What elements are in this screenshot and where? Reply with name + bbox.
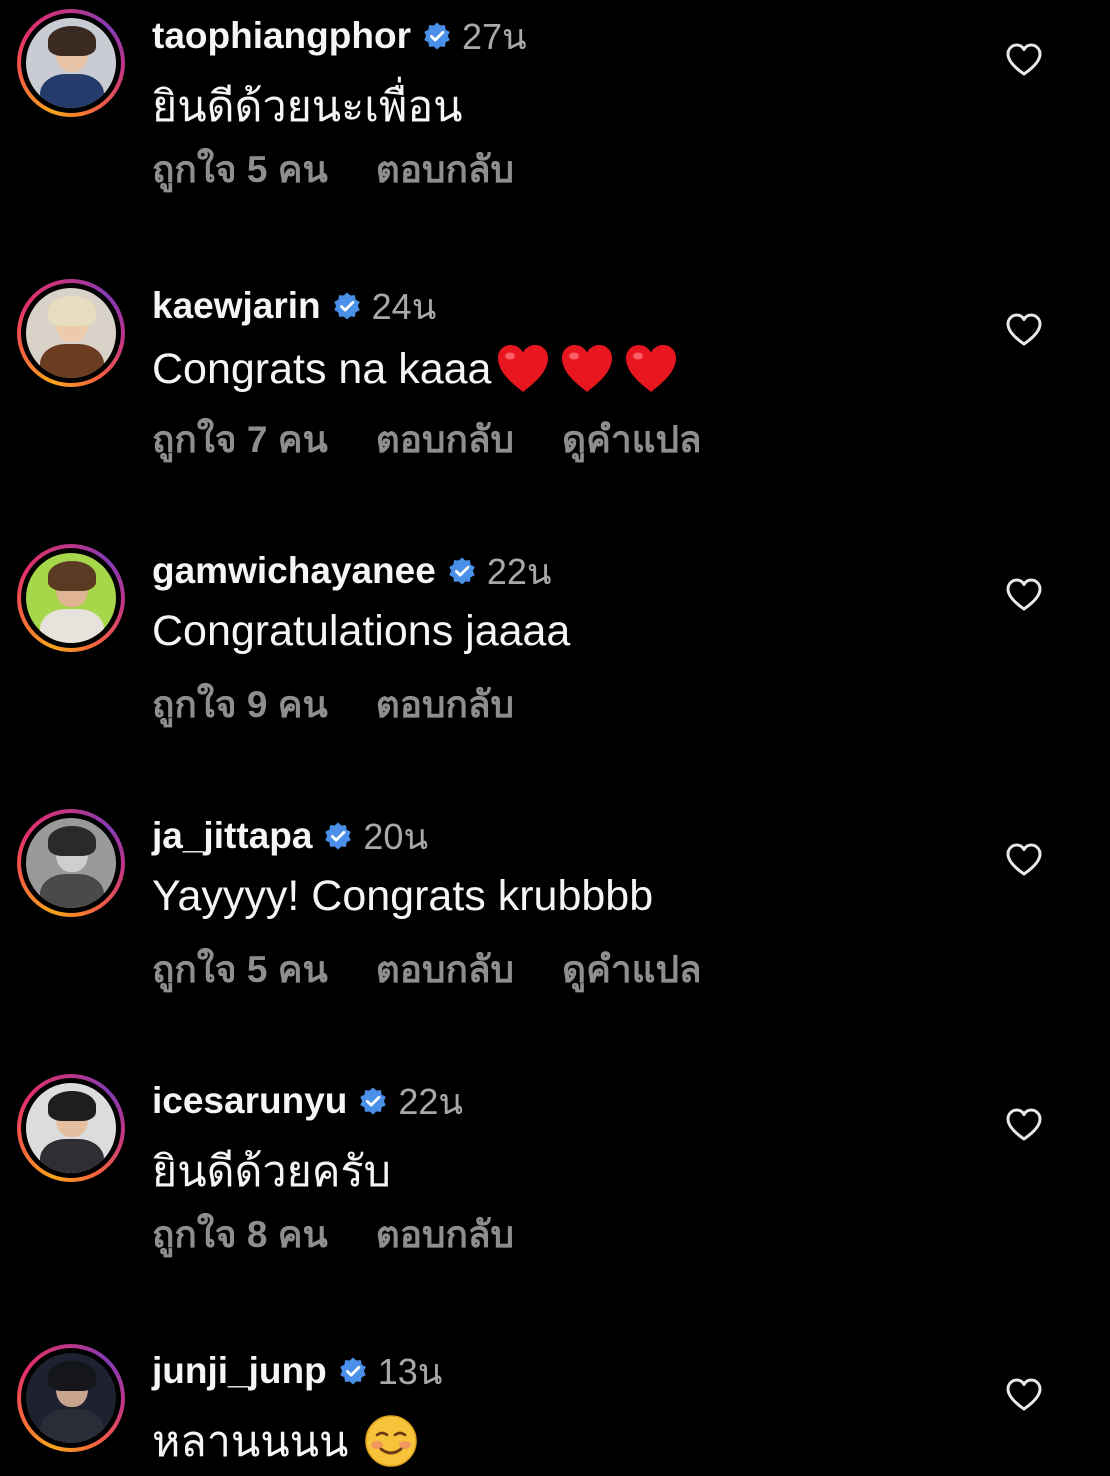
comment-header: kaewjarin 24น xyxy=(152,282,436,330)
comment-text-content: Congratulations jaaaa xyxy=(152,607,571,655)
comment-time: 24น xyxy=(371,285,437,327)
comment-header: ja_jittapa 20น xyxy=(152,812,428,860)
comment-item: icesarunyu 22น ยินดีด้วยครับ ถูกใจ 8 คน … xyxy=(0,1065,1110,1330)
like-heart-icon[interactable] xyxy=(1004,575,1044,615)
comment-text: Yayyyy! Congrats krubbbb xyxy=(152,872,653,921)
smiling-blush-emoji-icon xyxy=(365,1415,418,1467)
username[interactable]: kaewjarin xyxy=(152,285,321,327)
like-heart-icon[interactable] xyxy=(1004,40,1044,80)
verified-badge-icon xyxy=(339,1357,366,1385)
reply-button[interactable]: ตอบกลับ xyxy=(376,140,514,199)
comment-item: junji_junp 13น หลานนนน xyxy=(0,1335,1110,1476)
comment-actions: ถูกใจ 9 คน ตอบกลับ xyxy=(152,675,562,734)
avatar[interactable] xyxy=(17,1344,125,1452)
username[interactable]: junji_junp xyxy=(152,1350,327,1392)
comment-text: Congratulations jaaaa xyxy=(152,607,570,656)
avatar-body xyxy=(40,1409,104,1443)
comment-text-content: หลานนนน xyxy=(152,1418,349,1466)
avatar-photo xyxy=(26,553,116,643)
avatar-photo xyxy=(26,288,116,378)
avatar-body xyxy=(40,344,104,378)
hearts-emoji xyxy=(495,342,687,396)
avatar-photo xyxy=(26,818,116,908)
likes-count-button[interactable]: ถูกใจ 8 คน xyxy=(152,1205,328,1264)
comment-header: icesarunyu 22น xyxy=(152,1077,463,1125)
username[interactable]: ja_jittapa xyxy=(152,815,312,857)
comment-text: ยินดีด้วยนะเพื่อน xyxy=(152,72,463,140)
likes-count-button[interactable]: ถูกใจ 7 คน xyxy=(152,410,328,469)
avatar-hair xyxy=(48,296,96,326)
avatar[interactable] xyxy=(17,9,125,117)
avatar[interactable] xyxy=(17,809,125,917)
comment-time: 27น xyxy=(461,15,527,57)
avatar-body xyxy=(40,74,104,108)
avatar-body xyxy=(40,874,104,908)
comment-actions: ถูกใจ 7 คน ตอบกลับ ดูคำแปล xyxy=(152,410,750,469)
avatar-hair xyxy=(48,561,96,591)
likes-count-button[interactable]: ถูกใจ 5 คน xyxy=(152,940,328,999)
reply-button[interactable]: ตอบกลับ xyxy=(376,410,514,469)
comment-text-content: Congrats na kaaa xyxy=(152,344,492,393)
username[interactable]: icesarunyu xyxy=(152,1080,347,1122)
see-translation-button[interactable]: ดูคำแปล xyxy=(562,410,702,469)
like-heart-icon[interactable] xyxy=(1004,1375,1044,1415)
comment-text-content: ยินดีด้วยนะเพื่อน xyxy=(152,83,463,131)
comment-text-content: ยินดีด้วยครับ xyxy=(152,1148,391,1196)
reply-button[interactable]: ตอบกลับ xyxy=(376,675,514,734)
avatar-hair xyxy=(48,1361,96,1391)
avatar[interactable] xyxy=(17,1074,125,1182)
comment-actions: ถูกใจ 5 คน ตอบกลับ xyxy=(152,140,562,199)
avatar-hair xyxy=(48,26,96,56)
avatar-hair xyxy=(48,826,96,856)
see-translation-button[interactable]: ดูคำแปล xyxy=(562,940,702,999)
comment-time: 22น xyxy=(486,550,552,592)
avatar-body xyxy=(40,1139,104,1173)
avatar-body xyxy=(40,609,104,643)
like-heart-icon[interactable] xyxy=(1004,310,1044,350)
comment-item: taophiangphor 27น ยินดีด้วยนะเพื่อน ถูกใ… xyxy=(0,0,1110,265)
comment-item: kaewjarin 24น Congrats na kaaa ถูกใจ 7 ค… xyxy=(0,270,1110,535)
avatar-photo xyxy=(26,18,116,108)
comment-text: ยินดีด้วยครับ xyxy=(152,1137,391,1205)
comment-item: ja_jittapa 20น Yayyyy! Congrats krubbbb … xyxy=(0,800,1110,1065)
comment-time: 20น xyxy=(363,815,429,857)
avatar-photo xyxy=(26,1353,116,1443)
comment-text-content: Yayyyy! Congrats krubbbb xyxy=(152,872,654,920)
verified-badge-icon xyxy=(424,22,450,50)
verified-badge-icon xyxy=(449,557,475,585)
comment-time: 22น xyxy=(398,1080,464,1122)
comment-header: gamwichayanee 22น xyxy=(152,547,551,595)
username[interactable]: gamwichayanee xyxy=(152,550,436,592)
comment-time: 13น xyxy=(377,1350,443,1392)
like-heart-icon[interactable] xyxy=(1004,840,1044,880)
comment-text: หลานนนน xyxy=(152,1407,418,1475)
avatar-photo xyxy=(26,1083,116,1173)
comment-header: taophiangphor 27น xyxy=(152,12,527,60)
heart-emoji-icon xyxy=(626,345,677,392)
avatar-hair xyxy=(48,1091,96,1121)
heart-emoji-icon xyxy=(562,345,613,392)
comment-text: Congrats na kaaa xyxy=(152,342,687,396)
avatar[interactable] xyxy=(17,544,125,652)
comment-actions: ถูกใจ 5 คน ตอบกลับ ดูคำแปล xyxy=(152,940,750,999)
verified-badge-icon xyxy=(360,1087,387,1115)
verified-badge-icon xyxy=(333,292,360,320)
username[interactable]: taophiangphor xyxy=(152,15,411,57)
comment-header: junji_junp 13น xyxy=(152,1347,442,1395)
reply-button[interactable]: ตอบกลับ xyxy=(376,940,514,999)
likes-count-button[interactable]: ถูกใจ 5 คน xyxy=(152,140,328,199)
reply-button[interactable]: ตอบกลับ xyxy=(376,1205,514,1264)
likes-count-button[interactable]: ถูกใจ 9 คน xyxy=(152,675,328,734)
comment-item: gamwichayanee 22น Congratulations jaaaa … xyxy=(0,535,1110,800)
comment-actions: ถูกใจ 8 คน ตอบกลับ xyxy=(152,1205,562,1264)
avatar[interactable] xyxy=(17,279,125,387)
verified-badge-icon xyxy=(325,822,352,850)
like-heart-icon[interactable] xyxy=(1004,1105,1044,1145)
heart-emoji-icon xyxy=(498,345,549,392)
